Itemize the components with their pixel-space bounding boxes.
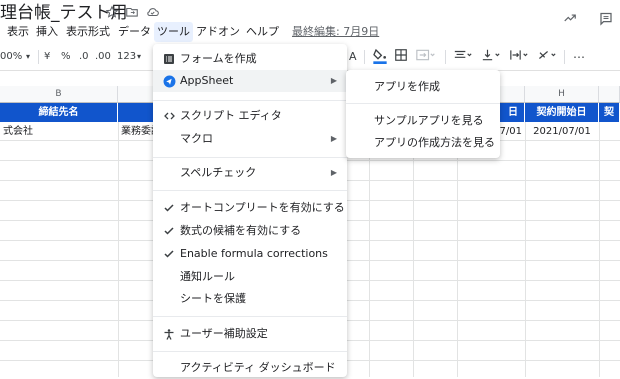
menu-addons[interactable]: アドオン	[193, 22, 243, 42]
grid-line	[118, 122, 119, 377]
code-icon	[162, 109, 176, 123]
zoom-select[interactable]: 00%	[0, 49, 22, 65]
menu-item-label: アクティビティ ダッシュボード	[180, 361, 336, 374]
toolbar-divider	[38, 50, 39, 64]
vertical-align-icon[interactable]	[480, 48, 502, 64]
menu-help[interactable]: ヘルプ	[243, 22, 282, 42]
menu-format[interactable]: 表示形式	[63, 22, 113, 42]
grid-line	[599, 122, 600, 377]
form-icon	[162, 52, 176, 66]
menu-item-appsheet[interactable]: AppSheet ▶	[153, 70, 347, 92]
menu-divider	[153, 316, 347, 317]
accessibility-icon	[162, 327, 176, 341]
menu-item-create-form[interactable]: フォームを作成	[153, 48, 347, 70]
check-icon	[162, 247, 176, 261]
text-color-button[interactable]: A	[349, 49, 357, 65]
header-cell-client-name[interactable]: 締結先名	[0, 103, 118, 122]
menu-divider	[153, 351, 347, 352]
increase-decimal-button[interactable]: .00	[95, 49, 111, 65]
menu-item-macros[interactable]: マクロ ▶	[153, 128, 347, 150]
column-header-i[interactable]	[599, 86, 620, 103]
more-formats-dropdown-icon[interactable]: ▾	[137, 49, 141, 65]
appsheet-icon	[162, 74, 176, 88]
menu-item-label: オートコンプリートを有効にする	[180, 201, 345, 214]
last-edit-link[interactable]: 最終編集: 7月9日	[292, 22, 379, 42]
submenu-item-label: アプリを作成	[374, 80, 440, 93]
header-cell-contract-start[interactable]: 契約開始日	[525, 103, 599, 122]
menu-insert[interactable]: 挿入	[33, 22, 61, 42]
submenu-arrow-icon: ▶	[330, 76, 337, 85]
toolbar-divider	[445, 50, 446, 64]
menu-item-autocomplete[interactable]: オートコンプリートを有効にする	[153, 197, 347, 219]
toolbar-divider	[564, 50, 565, 64]
menu-item-label: フォームを作成	[180, 52, 257, 65]
text-rotation-icon[interactable]	[536, 48, 558, 64]
menu-data[interactable]: データ	[115, 22, 154, 42]
column-header-h[interactable]: H	[525, 86, 599, 103]
more-formats-button[interactable]: 123	[117, 49, 136, 65]
comments-icon[interactable]	[598, 10, 614, 26]
grid-line	[369, 122, 370, 377]
move-folder-icon[interactable]	[124, 4, 140, 20]
menu-item-protect-sheet[interactable]: シートを保護	[153, 288, 347, 310]
submenu-item-label: アプリの作成方法を見る	[374, 136, 495, 149]
more-toolbar-button[interactable]: ⋯	[573, 49, 585, 65]
menu-item-label: AppSheet	[180, 74, 234, 87]
activity-trend-icon[interactable]	[562, 10, 578, 26]
tools-menu: フォームを作成 AppSheet ▶ スクリプト エディタ マクロ ▶ スペルチ…	[153, 44, 347, 377]
text-wrap-icon[interactable]	[508, 48, 530, 64]
cloud-status-icon[interactable]	[144, 4, 160, 20]
menu-item-activity-dashboard[interactable]: アクティビティ ダッシュボード	[153, 357, 347, 379]
decrease-decimal-button[interactable]: .0	[79, 49, 89, 65]
menu-item-notification-rules[interactable]: 通知ルール	[153, 266, 347, 288]
cell-h1[interactable]: 2021/07/01	[525, 123, 599, 140]
horizontal-align-icon[interactable]	[452, 48, 474, 64]
appsheet-submenu: アプリを作成 サンプルアプリを見る アプリの作成方法を見る	[346, 70, 500, 158]
menu-item-label: Enable formula corrections	[180, 247, 328, 260]
menu-view[interactable]: 表示	[4, 22, 32, 42]
menu-divider	[153, 100, 347, 101]
menu-tools[interactable]: ツール	[154, 22, 193, 42]
menu-item-formula-corrections[interactable]: Enable formula corrections	[153, 243, 347, 265]
menu-item-accessibility[interactable]: ユーザー補助設定	[153, 323, 347, 345]
submenu-item-sample-apps[interactable]: サンプルアプリを見る	[346, 110, 500, 132]
menu-item-label: スペルチェック	[180, 166, 257, 179]
check-icon	[162, 201, 176, 215]
submenu-item-how-to-create[interactable]: アプリの作成方法を見る	[346, 132, 500, 154]
column-header-b[interactable]: B	[0, 86, 118, 103]
menu-item-label: ユーザー補助設定	[180, 327, 268, 340]
merge-cells-icon[interactable]	[414, 48, 436, 64]
currency-format-button[interactable]: ¥	[44, 49, 50, 65]
submenu-arrow-icon: ▶	[330, 134, 337, 143]
star-icon[interactable]	[104, 4, 120, 20]
menu-item-formula-suggestions[interactable]: 数式の候補を有効にする	[153, 220, 347, 242]
cell-b1[interactable]: 式会社	[0, 123, 118, 140]
fill-color-icon[interactable]	[372, 47, 388, 64]
submenu-item-create-app[interactable]: アプリを作成	[346, 76, 500, 98]
menu-divider	[153, 157, 347, 158]
borders-icon[interactable]	[394, 48, 408, 64]
grid-line	[413, 122, 414, 377]
toolbar-divider	[364, 50, 365, 64]
zoom-dropdown-icon[interactable]: ▾	[26, 49, 30, 65]
menu-item-label: シートを保護	[180, 292, 246, 305]
submenu-item-label: サンプルアプリを見る	[374, 114, 484, 127]
menu-item-script-editor[interactable]: スクリプト エディタ	[153, 105, 347, 127]
menu-item-label: スクリプト エディタ	[180, 109, 282, 122]
header-cell-i[interactable]: 契	[599, 103, 620, 122]
grid-line	[525, 122, 526, 377]
menu-item-label: マクロ	[180, 132, 213, 145]
menu-item-label: 通知ルール	[180, 270, 235, 283]
submenu-arrow-icon: ▶	[330, 168, 337, 177]
percent-format-button[interactable]: %	[61, 49, 71, 65]
grid-line	[457, 122, 458, 377]
check-icon	[162, 224, 176, 238]
menu-divider	[153, 190, 347, 191]
menu-item-label: 数式の候補を有効にする	[180, 224, 302, 237]
menu-divider	[346, 103, 500, 104]
menu-item-spellcheck[interactable]: スペルチェック ▶	[153, 162, 347, 184]
